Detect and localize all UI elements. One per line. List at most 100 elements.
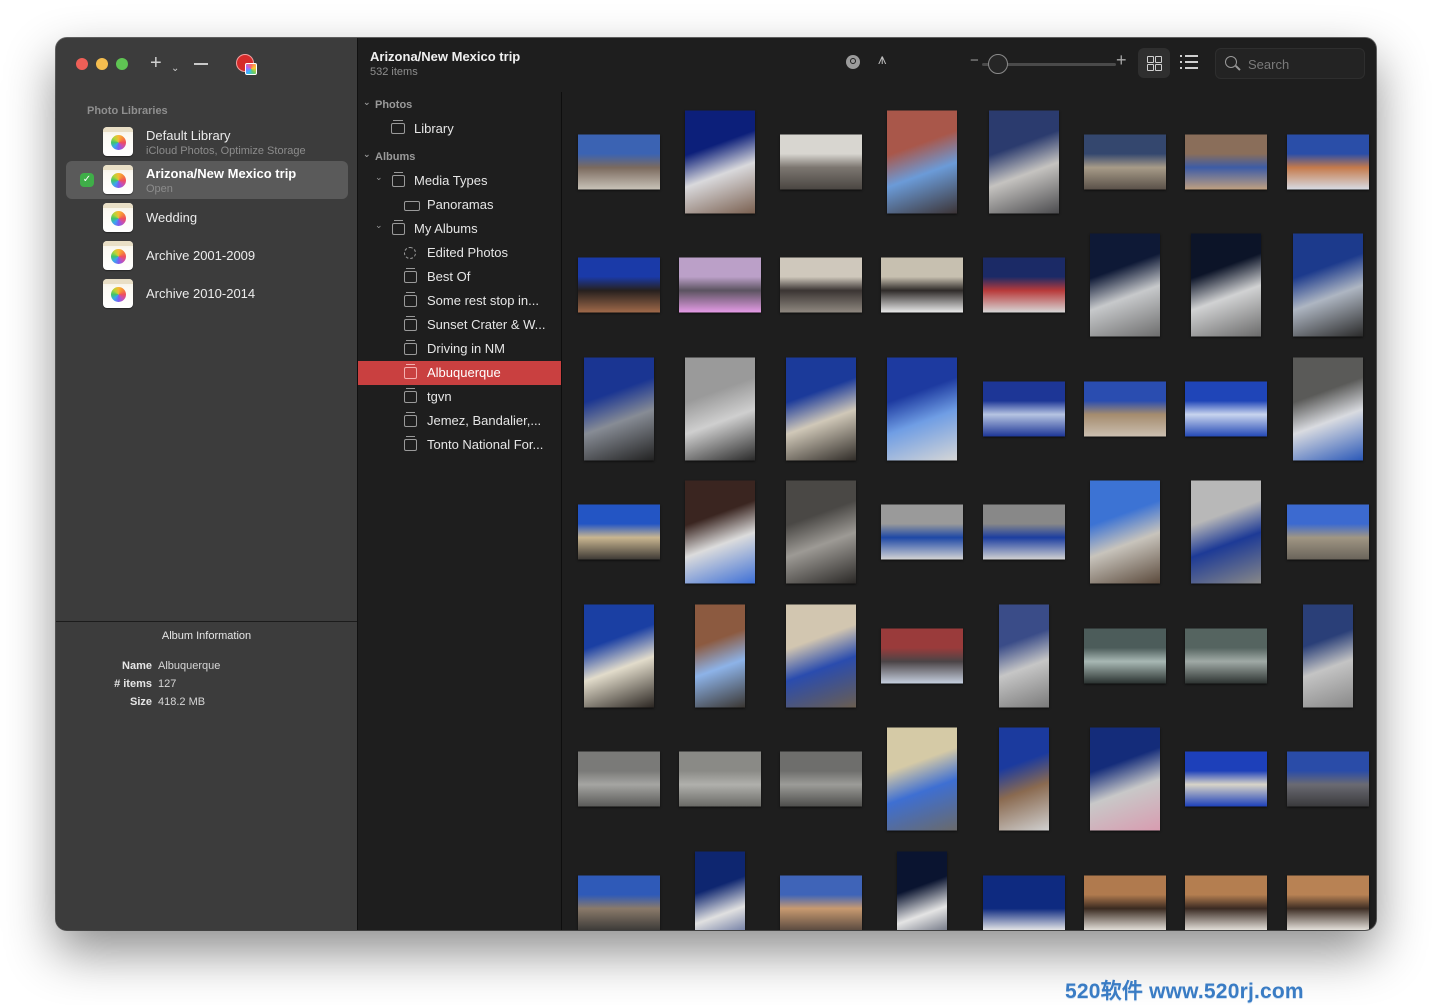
photo-thumbnail[interactable] [1090, 727, 1160, 831]
photo-thumbnail[interactable] [1185, 134, 1268, 189]
photo-thumbnail[interactable] [678, 257, 761, 313]
photo-cell[interactable] [1277, 347, 1376, 470]
photo-thumbnail[interactable] [694, 604, 745, 707]
photo-thumbnail[interactable] [1090, 480, 1160, 584]
photo-thumbnail[interactable] [881, 504, 964, 560]
photo-cell[interactable] [771, 224, 872, 347]
photo-cell[interactable] [669, 100, 770, 223]
photo-cell[interactable] [973, 224, 1074, 347]
photo-thumbnail[interactable] [1084, 875, 1166, 930]
tree-item[interactable]: Driving in NM [358, 337, 561, 361]
photo-thumbnail[interactable] [1286, 751, 1369, 807]
photo-cell[interactable] [771, 100, 872, 223]
disclosure-chevron-icon[interactable]: ⌄ [363, 149, 371, 160]
photo-thumbnail[interactable] [881, 257, 964, 313]
photo-cell[interactable] [1277, 471, 1376, 594]
photo-cell[interactable] [1176, 594, 1277, 717]
photo-thumbnail[interactable] [1090, 233, 1160, 337]
photo-cell[interactable] [872, 347, 973, 470]
photo-cell[interactable] [1075, 347, 1176, 470]
photo-thumbnail[interactable] [1185, 875, 1268, 930]
photo-cell[interactable] [568, 347, 669, 470]
photo-cell[interactable] [1176, 224, 1277, 347]
photo-cell[interactable] [872, 718, 973, 841]
photo-cell[interactable] [872, 224, 973, 347]
photo-thumbnail[interactable] [786, 357, 857, 460]
slider-knob[interactable] [987, 54, 1008, 74]
photo-thumbnail[interactable] [1191, 480, 1262, 584]
tree-item[interactable]: ⌄ Media Types [358, 169, 561, 193]
tree-item[interactable]: Edited Photos [358, 241, 561, 265]
maximize-button[interactable] [116, 58, 128, 70]
search-field[interactable] [1215, 48, 1365, 79]
photo-thumbnail[interactable] [684, 357, 755, 460]
remove-library-button[interactable] [194, 52, 208, 65]
photo-thumbnail[interactable] [577, 257, 660, 313]
photo-cell[interactable] [1176, 471, 1277, 594]
photo-thumbnail[interactable] [1292, 233, 1363, 337]
close-button[interactable] [76, 58, 88, 70]
tree-item[interactable]: Some rest stop in... [358, 289, 561, 313]
photo-cell[interactable] [1277, 100, 1376, 223]
photo-thumbnail[interactable] [897, 851, 948, 930]
photo-cell[interactable] [568, 594, 669, 717]
photo-thumbnail[interactable] [887, 357, 958, 460]
photo-thumbnail[interactable] [881, 628, 964, 683]
grid-view-button[interactable] [1138, 48, 1170, 78]
photo-cell[interactable] [872, 841, 973, 930]
tree-item[interactable]: Library [358, 117, 561, 141]
photo-cell[interactable] [568, 718, 669, 841]
photo-cell[interactable] [973, 100, 1074, 223]
photo-thumbnail[interactable] [998, 604, 1049, 707]
tree-section-albums[interactable]: ⌄ Albums [358, 145, 561, 169]
photo-thumbnail[interactable] [678, 751, 761, 807]
photo-cell[interactable] [1075, 718, 1176, 841]
photo-thumbnail[interactable] [1084, 381, 1166, 436]
photo-thumbnail[interactable] [577, 751, 660, 807]
photo-cell[interactable] [771, 347, 872, 470]
photo-thumbnail[interactable] [998, 727, 1049, 831]
photo-cell[interactable] [669, 594, 770, 717]
photo-cell[interactable] [1176, 100, 1277, 223]
photo-cell[interactable] [973, 594, 1074, 717]
photo-cell[interactable] [1277, 224, 1376, 347]
zoom-out-button[interactable]: − [970, 52, 979, 69]
photo-thumbnail[interactable] [1286, 875, 1369, 930]
tree-item[interactable]: Sunset Crater & W... [358, 313, 561, 337]
photo-thumbnail[interactable] [1185, 381, 1268, 436]
add-menu-chevron-icon[interactable]: ⌄ [171, 58, 179, 80]
minimize-button[interactable] [96, 58, 108, 70]
photo-thumbnail[interactable] [1185, 751, 1268, 807]
photo-thumbnail[interactable] [982, 381, 1065, 436]
photo-cell[interactable] [1176, 841, 1277, 930]
tree-item[interactable]: Best Of [358, 265, 561, 289]
tree-item[interactable]: Albuquerque [358, 361, 561, 385]
photo-cell[interactable] [973, 718, 1074, 841]
photo-thumbnail[interactable] [1084, 134, 1166, 189]
disclosure-chevron-icon[interactable]: ⌄ [375, 172, 383, 183]
photo-thumbnail[interactable] [583, 604, 654, 707]
photo-thumbnail[interactable] [982, 257, 1065, 313]
photo-cell[interactable] [771, 471, 872, 594]
add-library-button[interactable]: + [150, 52, 162, 74]
tree-item[interactable]: Panoramas [358, 193, 561, 217]
person-merge-icon[interactable]: ⩚ [878, 51, 886, 68]
photo-thumbnail[interactable] [694, 851, 745, 930]
photo-cell[interactable] [669, 841, 770, 930]
tree-item[interactable]: tgvn [358, 385, 561, 409]
photo-cell[interactable] [568, 224, 669, 347]
photo-cell[interactable] [973, 471, 1074, 594]
photo-thumbnail[interactable] [684, 480, 755, 584]
disclosure-chevron-icon[interactable]: ⌄ [375, 220, 383, 231]
photo-cell[interactable] [669, 471, 770, 594]
photo-cell[interactable] [1176, 347, 1277, 470]
photo-cell[interactable] [973, 347, 1074, 470]
photo-cell[interactable] [771, 594, 872, 717]
photo-thumbnail[interactable] [583, 357, 654, 460]
disclosure-chevron-icon[interactable]: ⌄ [363, 97, 371, 108]
photo-thumbnail[interactable] [1286, 504, 1369, 560]
photo-thumbnail[interactable] [786, 604, 857, 707]
photo-thumbnail[interactable] [577, 134, 660, 189]
photo-cell[interactable] [1075, 471, 1176, 594]
photo-cell[interactable] [669, 224, 770, 347]
